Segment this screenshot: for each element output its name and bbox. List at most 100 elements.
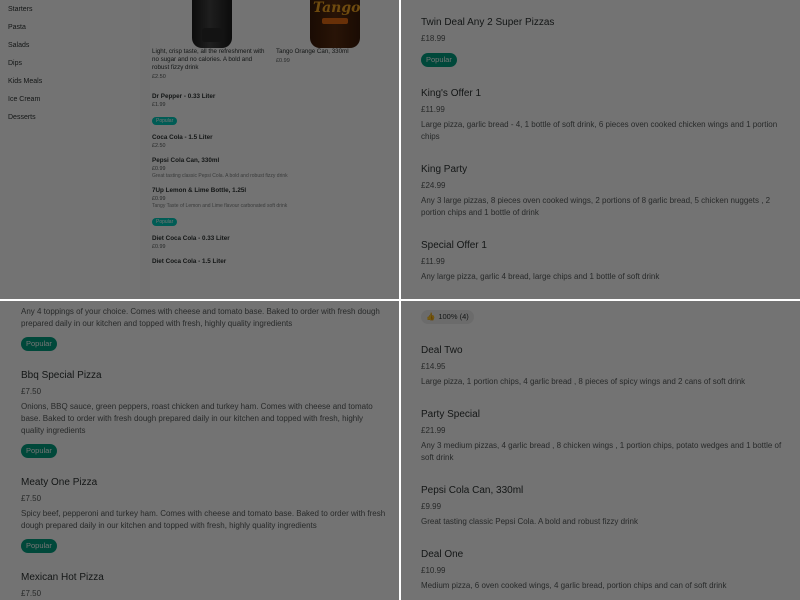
deal-title: King's Offer 1 — [421, 88, 482, 99]
deals-list: Twin Deal Any 2 Super Pizzas £18.99 Popula… — [421, 16, 788, 300]
deal-title: Special Offer 1 — [421, 240, 487, 251]
deal-title: Twin Deal Any 2 Super Pizzas — [421, 17, 555, 28]
drink-item[interactable]: Coca Cola - 1.5 Liter £2.50 — [150, 133, 400, 150]
popular-badge: Popular — [152, 117, 178, 125]
pizza-card[interactable]: Meaty One Pizza £7.50 Spicy beef, pepperon… — [21, 476, 388, 553]
deal-title: Deal One — [421, 549, 464, 560]
drink-item[interactable]: Diet Coca Cola - 1.5 Liter — [150, 257, 400, 266]
deal-card[interactable]: Deal Two £14.95 Large pizza, 1 portion chi… — [421, 344, 788, 388]
deal-desc: Any 3 large pizzas, 8 pieces oven cooked… — [421, 196, 771, 217]
pane-bottom-right: 👍 100% (4) Deal Two £14.95 Large pizza, 1 … — [400, 300, 800, 600]
drink-name: Diet Coca Cola - 0.33 Liter — [152, 235, 230, 242]
deal-desc: Any 3 medium pizzas, 4 garlic bread , 8 … — [421, 441, 782, 462]
deal-title: King Party — [421, 164, 468, 175]
deal-desc: Any large pizza, garlic 4 bread, large c… — [421, 272, 660, 281]
deal-card[interactable]: King Party £24.99 Any 3 large pizzas, 8 pi… — [421, 163, 788, 219]
deal-title: Party Special — [421, 409, 480, 420]
pizza-price: £7.50 — [21, 589, 42, 598]
featured-drink-1[interactable]: Light, crisp taste, all the refreshment … — [152, 48, 270, 81]
drink-name: Dr Pepper - 0.33 Liter — [152, 93, 216, 100]
drink-name: Pepsi Cola Can, 330ml — [152, 157, 220, 164]
drink-item[interactable]: Diet Coca Cola - 0.33 Liter £0.99 — [150, 234, 400, 251]
drink-item[interactable]: Pepsi Cola Can, 330ml £0.99 Great tasting … — [150, 156, 400, 180]
drink-desc: Tangy Taste of Lemon and Lime flavour ca… — [152, 203, 288, 209]
drink-price: £0.99 — [152, 196, 166, 202]
tango-logo: Tango — [313, 0, 361, 16]
sidebar-item-pasta[interactable]: Pasta — [0, 19, 140, 37]
menu-sidebar: Starters Pasta Salads Dips Kids Meals Ic… — [0, 0, 140, 300]
deal-desc: Great tasting classic Pepsi Cola. A bold… — [421, 517, 638, 526]
sidebar-item-ice-cream[interactable]: Ice Cream — [0, 91, 140, 109]
deal-card[interactable]: King's Offer 1 £11.99 Large pizza, garlic … — [421, 87, 788, 143]
pizza-desc: Onions, BBQ sauce, green peppers, roast … — [21, 402, 373, 435]
pizza-price: £7.50 — [21, 387, 42, 396]
drink-item[interactable]: Dr Pepper - 0.33 Liter £1.99 Popular — [150, 92, 400, 127]
deal-desc: Large pizza, garlic bread - 4, 1 bottle … — [421, 120, 778, 141]
deal-price: £10.99 — [421, 566, 446, 575]
deal-price: £18.99 — [421, 34, 446, 43]
pane-top-left: Starters Pasta Salads Dips Kids Meals Ic… — [0, 0, 400, 300]
featured-drink-2[interactable]: Tango Orange Can, 330ml £0.99 — [276, 48, 386, 65]
pizza-desc: Any 4 toppings of your choice. Comes wit… — [21, 307, 380, 328]
deal-price: £24.99 — [421, 181, 446, 190]
pizza-title: Mexican Hot Pizza — [21, 572, 104, 583]
popular-badge: Popular — [21, 539, 57, 553]
drink-price: £2.50 — [152, 143, 166, 149]
popular-badge: Popular — [421, 53, 457, 67]
pizza-title: Bbq Special Pizza — [21, 370, 102, 381]
deal-price: £21.99 — [421, 426, 446, 435]
deal-title: Pepsi Cola Can, 330ml — [421, 485, 524, 496]
pepsi-max-bottle-image[interactable] — [192, 0, 232, 48]
deal-title: Deal Two — [421, 345, 463, 356]
pizza-price: £7.50 — [21, 494, 42, 503]
featured-drink-desc: Light, crisp taste, all the refreshment … — [152, 48, 265, 71]
split-view: Starters Pasta Salads Dips Kids Meals Ic… — [0, 0, 800, 600]
pizza-card-lead[interactable]: Any 4 toppings of your choice. Comes wit… — [21, 306, 388, 351]
sidebar-item-dips[interactable]: Dips — [0, 55, 140, 73]
deal-price: £9.99 — [421, 502, 442, 511]
drink-name: Coca Cola - 1.5 Liter — [152, 134, 213, 141]
drink-list: Dr Pepper - 0.33 Liter £1.99 Popular Coca C… — [150, 92, 400, 266]
pizza-title: Meaty One Pizza — [21, 477, 98, 488]
deal-card[interactable]: Special Offer 1 £11.99 Any large pizza, ga… — [421, 239, 788, 283]
sidebar-item-desserts[interactable]: Desserts — [0, 109, 140, 127]
deal-card[interactable]: Twin Deal Any 2 Super Pizzas £18.99 Popula… — [421, 16, 788, 67]
drink-name: 7Up Lemon & Lime Bottle, 1.25l — [152, 187, 247, 194]
deal-desc: Medium pizza, 6 oven cooked wings, 4 gar… — [421, 581, 727, 590]
sidebar-item-starters[interactable]: Starters — [0, 1, 140, 19]
sidebar-item-kids-meals[interactable]: Kids Meals — [0, 73, 140, 91]
drink-desc: Great tasting classic Pepsi Cola. A bold… — [152, 173, 288, 179]
rating-badge: 👍 100% (4) — [421, 310, 474, 324]
pizza-card[interactable]: Bbq Special Pizza £7.50 Onions, BBQ sauce,… — [21, 369, 388, 458]
deal-price: £11.99 — [421, 257, 445, 266]
horizontal-divider — [0, 299, 800, 301]
rating-value: 100% (4) — [438, 312, 469, 321]
popular-badge: Popular — [21, 444, 57, 458]
drink-price: £0.99 — [152, 244, 166, 250]
sidebar-item-salads[interactable]: Salads — [0, 37, 140, 55]
drink-name: Diet Coca Cola - 1.5 Liter — [152, 258, 227, 265]
pizza-desc: Spicy beef, pepperoni and turkey ham. Co… — [21, 509, 386, 530]
deals-list: Deal Two £14.95 Large pizza, 1 portion chi… — [421, 344, 788, 592]
pane-top-right: Twin Deal Any 2 Super Pizzas £18.99 Popula… — [400, 0, 800, 300]
deal-card[interactable]: Deal One £10.99 Medium pizza, 6 oven cooke… — [421, 548, 788, 592]
featured-drink-price: £0.99 — [276, 58, 290, 64]
popular-badge: Popular — [21, 337, 57, 351]
popular-badge: Popular — [152, 218, 178, 226]
drink-item[interactable]: 7Up Lemon & Lime Bottle, 1.25l £0.99 Tangy… — [150, 186, 400, 228]
drink-price: £0.99 — [152, 166, 166, 172]
deal-card[interactable]: Pepsi Cola Can, 330ml £9.99 Great tasting … — [421, 484, 788, 528]
drink-price: £1.99 — [152, 102, 166, 108]
pizza-list: Bbq Special Pizza £7.50 Onions, BBQ sauce,… — [21, 369, 388, 600]
drinks-section: Tango Light, crisp taste, all the refres… — [150, 0, 400, 300]
featured-drink-price: £2.50 — [152, 74, 166, 80]
tango-orange-band — [322, 18, 348, 24]
thumbs-up-icon: 👍 — [426, 312, 436, 321]
deal-card[interactable]: Party Special £21.99 Any 3 medium pizzas, … — [421, 408, 788, 464]
featured-drink-desc: Tango Orange Can, 330ml — [276, 48, 349, 55]
pane-bottom-left: Any 4 toppings of your choice. Comes wit… — [0, 300, 400, 600]
pizza-card[interactable]: Mexican Hot Pizza £7.50 — [21, 571, 388, 600]
deal-price: £14.95 — [421, 362, 446, 371]
deal-price: £11.99 — [421, 105, 445, 114]
deal-desc: Large pizza, 1 portion chips, 4 garlic b… — [421, 377, 746, 386]
